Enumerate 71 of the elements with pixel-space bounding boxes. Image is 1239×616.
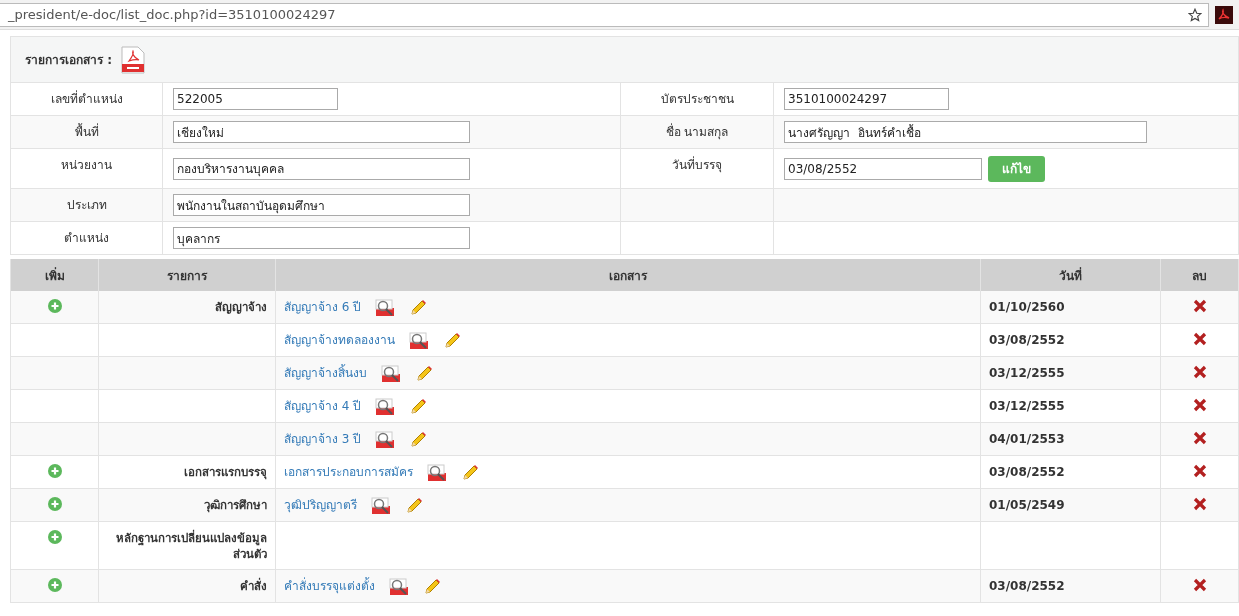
- delete-icon[interactable]: [1192, 398, 1207, 412]
- pencil-icon[interactable]: [415, 365, 433, 383]
- date-text: 03/08/2552: [989, 332, 1065, 348]
- date-text: 03/12/2555: [989, 398, 1065, 414]
- text-field[interactable]: เชียงใหม่: [173, 121, 470, 143]
- pdf-view-icon[interactable]: [375, 431, 396, 449]
- document-link[interactable]: เอกสารประกอบการสมัคร: [284, 464, 413, 480]
- pdf-view-icon[interactable]: [389, 578, 409, 596]
- pdf-view-icon[interactable]: [409, 332, 429, 350]
- pdf-view-icon[interactable]: [381, 365, 401, 383]
- document-link[interactable]: สัญญาจ้าง 6 ปี: [284, 299, 362, 315]
- delete-icon[interactable]: [1192, 431, 1207, 445]
- delete-icon[interactable]: [1192, 299, 1207, 313]
- text-field[interactable]: กองบริหารงานบุคคล: [173, 157, 470, 180]
- field-label: เลขที่ตำแหน่ง: [50, 91, 123, 107]
- column-header: เพิ่ม: [11, 259, 99, 291]
- panel-title: รายการเอกสาร :: [25, 52, 112, 69]
- category-label: คำสั่ง: [240, 578, 267, 594]
- field-label: บัตรประชาชน: [660, 91, 734, 107]
- pencil-icon[interactable]: [409, 299, 428, 317]
- address-bar[interactable]: _president/e-doc/list_doc.php?id=3510100024297: [0, 2, 1209, 27]
- text-field[interactable]: บุคลากร: [173, 227, 470, 249]
- text-field[interactable]: 3510100024297: [784, 88, 949, 110]
- delete-icon[interactable]: [1192, 332, 1207, 346]
- field-label: วันที่บรรจุ: [672, 157, 722, 173]
- pencil-icon[interactable]: [409, 398, 428, 416]
- document-link[interactable]: สัญญาจ้าง 4 ปี: [284, 398, 362, 414]
- field-label: ประเภท: [66, 197, 107, 213]
- star-icon[interactable]: [1188, 7, 1202, 22]
- pdf-icon: [120, 45, 146, 74]
- date-text: 01/10/2560: [989, 299, 1065, 315]
- text-field[interactable]: 522005: [173, 88, 338, 110]
- date-text: 04/01/2553: [989, 431, 1065, 447]
- date-text: 03/08/2552: [989, 464, 1065, 480]
- delete-icon[interactable]: [1192, 464, 1207, 478]
- delete-icon[interactable]: [1192, 365, 1207, 379]
- field-label: หน่วยงาน: [61, 157, 112, 173]
- document-link[interactable]: สัญญาจ้าง 3 ปี: [284, 431, 362, 447]
- date-text: 03/12/2555: [989, 365, 1065, 381]
- category-label: วุฒิการศึกษา: [204, 497, 267, 513]
- column-header: ลบ: [1161, 259, 1239, 291]
- pencil-icon[interactable]: [423, 578, 441, 596]
- category-label: หลักฐานการเปลี่ยนแปลงข้อมูลส่วนตัว: [115, 530, 267, 562]
- pdf-view-icon[interactable]: [371, 497, 391, 515]
- document-link[interactable]: วุฒิปริญญาตรี: [284, 497, 357, 513]
- text-field[interactable]: พนักงานในสถาบันอุดมศึกษา: [173, 194, 470, 216]
- date-text: 01/05/2549: [989, 497, 1065, 513]
- pdf-view-icon[interactable]: [375, 398, 396, 416]
- pencil-icon[interactable]: [461, 464, 479, 482]
- pencil-icon[interactable]: [409, 431, 428, 449]
- document-link[interactable]: สัญญาจ้างทดลองงาน: [284, 332, 395, 348]
- category-label: สัญญาจ้าง: [215, 299, 267, 315]
- delete-icon[interactable]: [1192, 497, 1207, 511]
- pdf-extension-icon[interactable]: [1215, 5, 1233, 24]
- pdf-view-icon[interactable]: [427, 464, 447, 482]
- column-header: วันที่: [981, 259, 1161, 291]
- field-label: ตำแหน่ง: [64, 230, 109, 246]
- pdf-view-icon[interactable]: [375, 299, 396, 317]
- pencil-icon[interactable]: [405, 497, 423, 515]
- delete-icon[interactable]: [1192, 578, 1207, 592]
- text-field[interactable]: นางศรัญญา อินทร์คำเชื้อ: [784, 121, 1147, 143]
- category-label: เอกสารแรกบรรจุ: [184, 464, 267, 480]
- field-label: ชื่อ นามสกุล: [665, 124, 729, 140]
- column-header: เอกสาร: [276, 259, 981, 291]
- date-text: 03/08/2552: [989, 578, 1065, 594]
- column-header: รายการ: [99, 259, 276, 291]
- text-field[interactable]: 03/08/2552: [784, 157, 982, 180]
- document-link[interactable]: คำสั่งบรรจุแต่งตั้ง: [284, 578, 375, 594]
- field-label: พื้นที่: [74, 124, 99, 140]
- pencil-icon[interactable]: [443, 332, 461, 350]
- document-link[interactable]: สัญญาจ้างสิ้นงบ: [284, 365, 367, 381]
